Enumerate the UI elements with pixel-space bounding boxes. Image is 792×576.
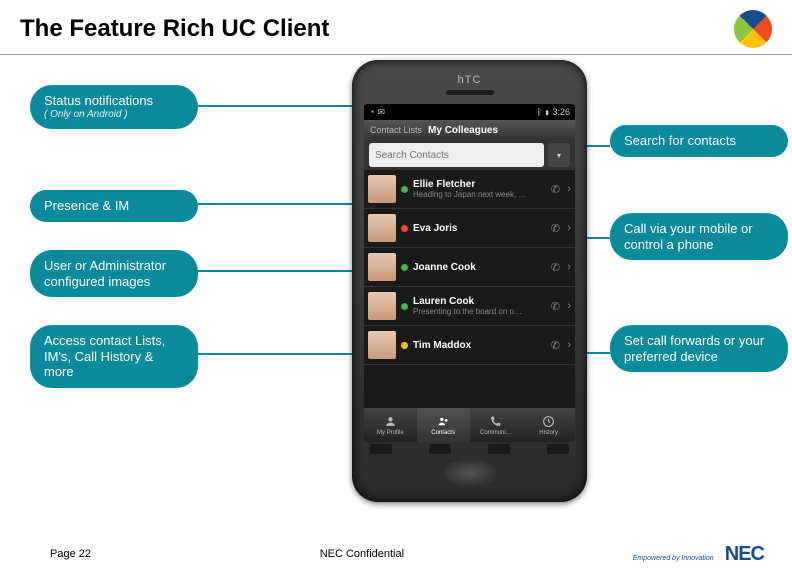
- contact-row[interactable]: Tim Maddox ✆ ›: [364, 326, 575, 365]
- callout-text: Call via your mobile or control a phone: [624, 221, 774, 252]
- arrow: [198, 270, 370, 272]
- chevron-right-icon: ›: [567, 183, 571, 195]
- statusbar-left: ◔✉: [369, 107, 388, 118]
- callout-text: Status notifications: [44, 93, 184, 109]
- callout-presence-im: Presence & IM: [30, 190, 198, 222]
- tab-my-profile[interactable]: My Profile: [364, 408, 417, 442]
- page-title: The Feature Rich UC Client: [20, 15, 329, 43]
- presence-dot: [401, 186, 408, 193]
- stage: Status notifications ( Only on Android )…: [0, 55, 792, 525]
- phone-device: hTC ◔✉ ᛒ ▮ 3:26 Contact Lists My Colleag…: [352, 60, 587, 502]
- titlebar-title: My Colleagues: [428, 125, 498, 136]
- page-number: Page 22: [50, 548, 91, 560]
- chevron-right-icon: ›: [567, 300, 571, 312]
- call-icon[interactable]: ✆: [548, 182, 562, 196]
- contact-name: Tim Maddox: [413, 340, 543, 351]
- footer-brand: Empowered by Innovation NEC: [633, 543, 764, 566]
- avatar: [368, 175, 396, 203]
- callout-text: Access contact Lists, IM's, Call History…: [44, 333, 184, 380]
- confidential-label: NEC Confidential: [320, 548, 404, 560]
- phone-screen: ◔✉ ᛒ ▮ 3:26 Contact Lists My Colleagues …: [364, 104, 575, 442]
- contact-name: Eva Joris: [413, 223, 543, 234]
- contact-status: Presenting to the board on o…: [413, 307, 543, 316]
- contact-name: Ellie Fletcher: [413, 179, 543, 190]
- status-bar: ◔✉ ᛒ ▮ 3:26: [364, 104, 575, 120]
- tab-bar: My Profile Contacts Communi… History: [364, 408, 575, 442]
- nec-logo: NEC: [725, 543, 764, 565]
- title-bar: Contact Lists My Colleagues: [364, 120, 575, 140]
- presence-dot: [401, 225, 408, 232]
- chevron-right-icon: ›: [567, 339, 571, 351]
- search-bar: ▾: [364, 140, 575, 170]
- history-icon: [542, 415, 555, 428]
- contact-name: Joanne Cook: [413, 262, 543, 273]
- contact-status: Heading to Japan next week, …: [413, 190, 543, 199]
- callout-call-via-mobile: Call via your mobile or control a phone: [610, 213, 788, 260]
- phone-speaker: [446, 90, 494, 95]
- avatar: [368, 253, 396, 281]
- call-icon[interactable]: ✆: [548, 221, 562, 235]
- contact-name: Lauren Cook: [413, 296, 543, 307]
- callout-sub: ( Only on Android ): [44, 109, 184, 121]
- phone-icon: [489, 415, 502, 428]
- call-icon[interactable]: ✆: [548, 299, 562, 313]
- callout-text: Set call forwards or your preferred devi…: [624, 333, 774, 364]
- presence-dot: [401, 342, 408, 349]
- titlebar-label: Contact Lists: [370, 125, 422, 135]
- callout-search-contacts: Search for contacts: [610, 125, 788, 157]
- callout-text: Search for contacts: [624, 133, 774, 149]
- footer: Page 22 NEC Confidential Empowered by In…: [0, 532, 792, 576]
- search-input[interactable]: [369, 143, 544, 167]
- contact-row[interactable]: Ellie FletcherHeading to Japan next week…: [364, 170, 575, 209]
- brand-tagline: Empowered by Innovation: [633, 555, 714, 562]
- tab-communications[interactable]: Communi…: [470, 408, 523, 442]
- filter-button[interactable]: ▾: [548, 143, 570, 167]
- contacts-icon: [437, 415, 450, 428]
- callout-access-lists: Access contact Lists, IM's, Call History…: [30, 325, 198, 388]
- avatar: [368, 292, 396, 320]
- contact-row[interactable]: Eva Joris ✆ ›: [364, 209, 575, 248]
- header: The Feature Rich UC Client: [0, 0, 792, 55]
- avatar: [368, 214, 396, 242]
- callout-text: Presence & IM: [44, 198, 184, 214]
- contact-row[interactable]: Lauren CookPresenting to the board on o……: [364, 287, 575, 326]
- phone-brand: hTC: [352, 74, 587, 86]
- call-icon[interactable]: ✆: [548, 338, 562, 352]
- avatar: [368, 331, 396, 359]
- chevron-right-icon: ›: [567, 261, 571, 273]
- tab-contacts[interactable]: Contacts: [417, 408, 470, 442]
- capacitive-buttons: [352, 444, 587, 454]
- profile-icon: [384, 415, 397, 428]
- brand-logo: [734, 10, 772, 48]
- home-button[interactable]: [444, 460, 496, 486]
- chevron-right-icon: ›: [567, 222, 571, 234]
- callout-set-forwards: Set call forwards or your preferred devi…: [610, 325, 788, 372]
- call-icon[interactable]: ✆: [548, 260, 562, 274]
- statusbar-right: ᛒ ▮ 3:26: [537, 107, 570, 117]
- callout-status-notifications: Status notifications ( Only on Android ): [30, 85, 198, 129]
- callout-user-images: User or Administrator configured images: [30, 250, 198, 297]
- presence-dot: [401, 303, 408, 310]
- contact-row[interactable]: Joanne Cook ✆ ›: [364, 248, 575, 287]
- tab-history[interactable]: History: [522, 408, 575, 442]
- arrow: [198, 105, 366, 107]
- contact-list: Ellie FletcherHeading to Japan next week…: [364, 170, 575, 414]
- presence-dot: [401, 264, 408, 271]
- callout-text: User or Administrator configured images: [44, 258, 184, 289]
